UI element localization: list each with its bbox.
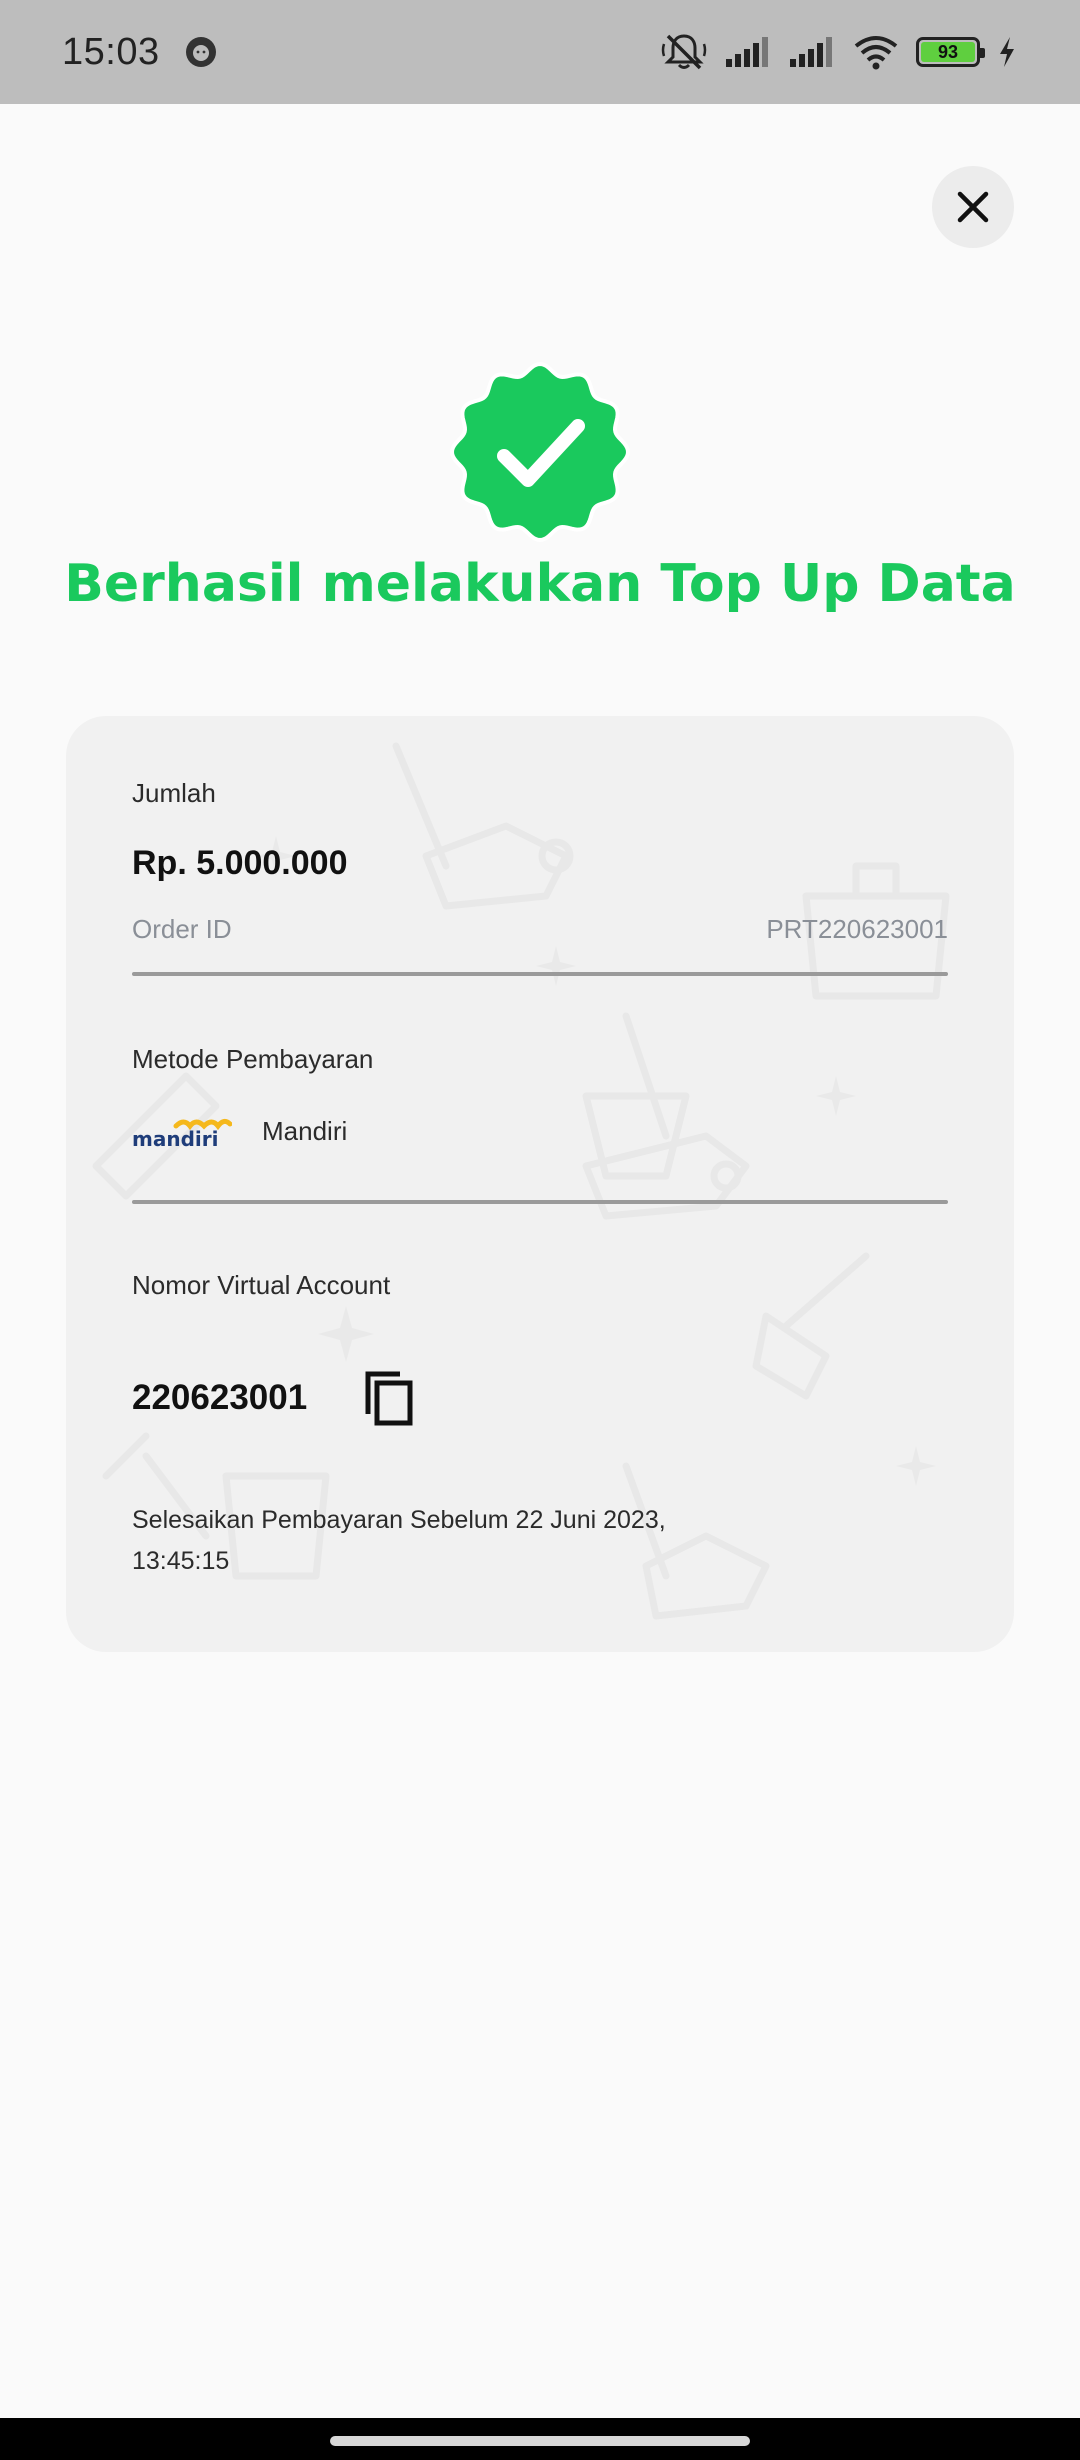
- wifi-icon: [854, 36, 898, 70]
- home-gesture-handle[interactable]: [330, 2436, 750, 2446]
- deadline-date: Selesaikan Pembayaran Sebelum 22 Juni 20…: [132, 1506, 666, 1534]
- status-time: 15:03: [62, 30, 160, 73]
- order-id-label: Order ID: [132, 914, 232, 944]
- amount-value: Rp. 5.000.000: [132, 844, 348, 882]
- mute-icon: [661, 34, 707, 70]
- order-id-value: PRT220623001: [766, 914, 948, 944]
- close-icon: [957, 191, 989, 223]
- mandiri-logo-text: mandiri: [132, 1127, 218, 1150]
- verified-badge-icon: [449, 361, 631, 543]
- mandiri-logo: mandiri: [132, 1118, 232, 1150]
- divider: [132, 1200, 948, 1204]
- page: 15:03 93 Berhasil melakukan Top Up Data …: [0, 0, 1080, 2460]
- battery-level: 93: [921, 42, 975, 62]
- signal-icon: [790, 37, 832, 67]
- battery-icon: 93: [916, 37, 985, 67]
- payment-method-name: Mandiri: [262, 1116, 348, 1146]
- signal-icon: [726, 37, 768, 67]
- avatar-icon: [185, 37, 216, 67]
- close-button[interactable]: [932, 166, 1014, 248]
- payment-method-label: Metode Pembayaran: [132, 1044, 374, 1074]
- copy-icon[interactable]: [360, 1368, 420, 1428]
- success-title: Berhasil melakukan Top Up Data: [64, 554, 1016, 614]
- status-bar: 15:03 93: [0, 0, 1080, 104]
- virtual-account-number: 220623001: [132, 1378, 308, 1417]
- charging-icon: [1000, 37, 1014, 67]
- payment-deadline: Selesaikan Pembayaran Sebelum 22 Juni 20…: [132, 1500, 792, 1582]
- divider: [132, 972, 948, 976]
- status-icons: 93: [660, 32, 1018, 72]
- virtual-account-label: Nomor Virtual Account: [132, 1270, 391, 1300]
- payment-card: Jumlah Rp. 5.000.000 Order ID PRT2206230…: [66, 716, 1014, 1652]
- amount-label: Jumlah: [132, 778, 216, 808]
- deadline-time: 13:45:15: [132, 1547, 230, 1575]
